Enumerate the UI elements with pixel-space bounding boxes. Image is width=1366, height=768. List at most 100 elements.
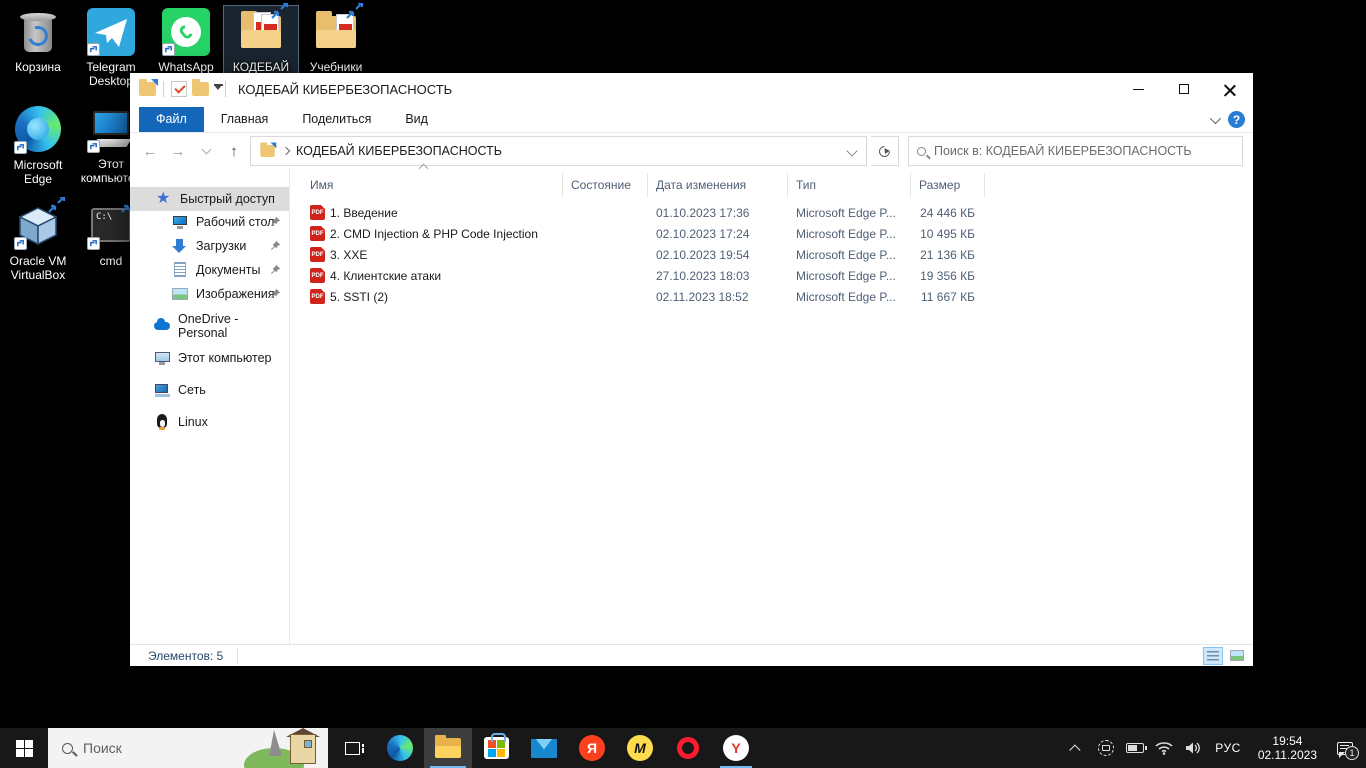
search-box[interactable] [908,136,1243,166]
file-row[interactable]: PDF1. Введение 01.10.2023 17:36 Microsof… [290,202,1253,223]
desktop-icon-label: WhatsApp [148,60,224,74]
new-folder-button[interactable] [192,82,209,96]
taskbar-edge-button[interactable] [376,728,424,768]
desktop-icon-virtualbox[interactable]: Oracle VM VirtualBox [0,200,76,283]
sidebar-item-label: Быстрый доступ [180,192,275,206]
tab-home[interactable]: Главная [204,107,286,132]
address-folder-icon [260,145,274,157]
address-dropdown-icon[interactable] [848,147,856,155]
taskbar-yandex-button[interactable]: Я [568,728,616,768]
sidebar-item-label: OneDrive - Personal [178,312,289,340]
sidebar-item-downloads[interactable]: Загрузки [130,234,289,258]
network-icon [154,382,170,398]
sidebar-item-onedrive[interactable]: OneDrive - Personal [130,314,289,338]
file-list-pane: Имя Состояние Дата изменения Тип Размер … [290,169,1253,644]
minimize-button[interactable] [1115,73,1161,105]
desktop-icon-recycle-bin[interactable]: Корзина [0,6,76,75]
search-icon [917,147,926,156]
search-input[interactable] [934,144,1234,158]
task-view-icon [345,742,360,755]
file-modified: 02.10.2023 17:24 [648,227,788,241]
refresh-button[interactable] [871,136,899,166]
desktop-monitor-icon [172,214,188,230]
pdf-folder-icon [237,8,285,56]
pin-icon[interactable] [270,216,281,227]
back-button[interactable]: ← [138,139,162,163]
file-name: 2. CMD Injection & PHP Code Injection [330,227,538,241]
start-button[interactable] [0,728,48,768]
pin-icon[interactable] [270,264,281,275]
microsoft-store-icon [484,737,509,759]
address-row: ← → ↑ КОДЕБАЙ КИБЕРБЕЗОПАСНОСТЬ [130,133,1253,169]
file-row[interactable]: PDF5. SSTI (2) 02.11.2023 18:52 Microsof… [290,286,1253,307]
shortcut-arrow-icon [87,140,100,153]
sidebar-item-pictures[interactable]: Изображения [130,282,289,306]
sidebar-item-documents[interactable]: Документы [130,258,289,282]
taskbar-store-button[interactable] [472,728,520,768]
tab-share[interactable]: Поделиться [285,107,388,132]
taskbar-opera-button[interactable] [664,728,712,768]
address-bar[interactable]: КОДЕБАЙ КИБЕРБЕЗОПАСНОСТЬ [250,136,867,166]
column-header-size[interactable]: Размер [911,173,985,197]
details-view-icon [1207,651,1219,661]
file-row[interactable]: PDF3. XXE 02.10.2023 19:54 Microsoft Edg… [290,244,1253,265]
action-center-button[interactable]: 1 [1330,734,1360,762]
help-button[interactable]: ? [1228,111,1245,128]
tab-file[interactable]: Файл [139,107,204,132]
recent-locations-button[interactable] [194,139,218,163]
column-header-modified[interactable]: Дата изменения [648,173,788,197]
m-service-icon: M [627,735,653,761]
thumbnails-view-button[interactable] [1227,647,1247,665]
forward-button[interactable]: → [166,139,190,163]
close-button[interactable] [1207,73,1253,105]
file-row[interactable]: PDF4. Клиентские атаки 27.10.2023 18:03 … [290,265,1253,286]
details-view-button[interactable] [1203,647,1223,665]
navigation-pane: ★ Быстрый доступ Рабочий стол Загрузки Д… [130,169,290,644]
desktop-icon-kodebay[interactable]: КОДЕБАЙ [223,5,299,76]
taskbar-search[interactable] [48,728,328,768]
sidebar-item-network[interactable]: Сеть [130,378,289,402]
column-header-status[interactable]: Состояние [563,173,648,197]
wifi-tray-button[interactable] [1153,734,1175,762]
desktop-icon-label: Учебники [298,60,374,74]
battery-tray-button[interactable] [1124,734,1146,762]
edge-icon [14,106,62,154]
file-row[interactable]: PDF2. CMD Injection & PHP Code Injection… [290,223,1253,244]
file-type: Microsoft Edge P... [788,290,911,304]
opera-icon [677,737,699,759]
pin-icon[interactable] [270,288,281,299]
onedrive-cloud-icon [154,318,170,334]
taskbar-yandex-browser-button[interactable]: Y [712,728,760,768]
sidebar-item-quick-access[interactable]: ★ Быстрый доступ [130,187,289,211]
taskbar-clock[interactable]: 19:54 02.11.2023 [1252,734,1323,762]
desktop-icon-uchebniki[interactable]: Учебники [298,6,374,75]
desktop-icon-whatsapp[interactable]: WhatsApp [148,6,224,75]
qat-customize-button[interactable] [214,84,223,94]
volume-tray-button[interactable] [1182,734,1204,762]
window-title: КОДЕБАЙ КИБЕРБЕЗОПАСНОСТЬ [238,82,452,97]
pin-icon[interactable] [270,240,281,251]
desktop-icon-label: Корзина [0,60,76,74]
breadcrumb-chevron-icon [282,147,290,155]
tab-view[interactable]: Вид [388,107,445,132]
pdf-file-icon: PDF [310,247,325,262]
task-view-button[interactable] [328,728,376,768]
compressed-arrows-icon [346,3,364,19]
taskbar-m-service-button[interactable]: M [616,728,664,768]
shortcut-arrow-icon [87,237,100,250]
up-button[interactable]: ↑ [222,139,246,163]
hidden-icons-button[interactable] [1066,734,1088,762]
sidebar-item-linux[interactable]: Linux [130,410,289,434]
column-header-name[interactable]: Имя [290,173,563,197]
sidebar-item-this-pc[interactable]: Этот компьютер [130,346,289,370]
column-header-type[interactable]: Тип [788,173,911,197]
taskbar-explorer-button[interactable] [424,728,472,768]
device-tray-button[interactable] [1095,734,1117,762]
taskbar-mail-button[interactable] [520,728,568,768]
desktop-icon-edge[interactable]: Microsoft Edge [0,103,76,187]
properties-button[interactable] [171,81,187,97]
maximize-button[interactable] [1161,73,1207,105]
sidebar-item-desktop[interactable]: Рабочий стол [130,210,289,234]
language-indicator[interactable]: РУС [1211,741,1245,755]
expand-ribbon-icon[interactable] [1210,112,1221,123]
